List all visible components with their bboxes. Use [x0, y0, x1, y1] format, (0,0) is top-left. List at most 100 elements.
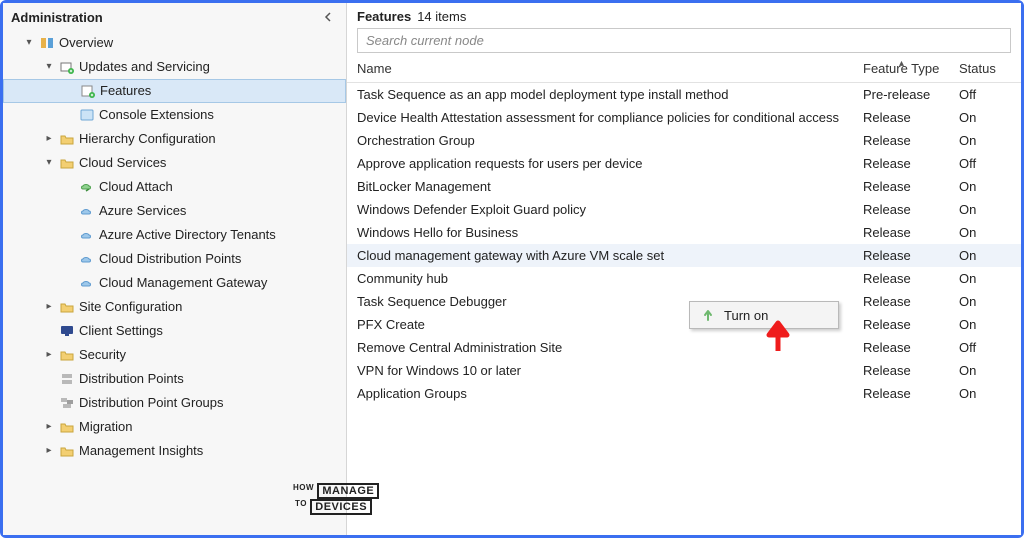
tree-label: Updates and Servicing — [79, 58, 210, 76]
folder-icon — [59, 299, 75, 315]
tree-label: Security — [79, 346, 126, 364]
overview-icon — [39, 35, 55, 51]
row-status: Off — [959, 156, 1011, 171]
tree-label: Client Settings — [79, 322, 163, 340]
sort-indicator-icon: ▴ — [899, 58, 904, 69]
feature-row[interactable]: Windows Defender Exploit Guard policyRel… — [347, 198, 1021, 221]
row-name: Device Health Attestation assessment for… — [357, 110, 863, 125]
server-group-icon — [59, 395, 75, 411]
search-input[interactable] — [366, 33, 1002, 48]
tree-client-settings[interactable]: Client Settings — [3, 319, 346, 343]
row-type: Release — [863, 363, 959, 378]
row-name: Application Groups — [357, 386, 863, 401]
main-count: 14 items — [417, 9, 466, 24]
column-headers: Name ▴ Feature Type Status — [347, 57, 1021, 83]
tree-label: Azure Services — [99, 202, 186, 220]
row-name: Windows Hello for Business — [357, 225, 863, 240]
expander-icon[interactable]: ▸ — [43, 421, 55, 433]
tree-label: Cloud Management Gateway — [99, 274, 267, 292]
expander-icon[interactable]: ▸ — [43, 133, 55, 145]
folder-icon — [59, 443, 75, 459]
cloud-attach-icon — [79, 179, 95, 195]
feature-row[interactable]: Orchestration GroupReleaseOn — [347, 129, 1021, 152]
tree-cloud-dist-points[interactable]: Cloud Distribution Points — [3, 247, 346, 271]
context-turn-on[interactable]: Turn on — [690, 302, 838, 328]
tree-azure-services[interactable]: Azure Services — [3, 199, 346, 223]
feature-row[interactable]: PFX CreateReleaseOn — [347, 313, 1021, 336]
context-menu: Turn on — [689, 301, 839, 329]
feature-row[interactable]: VPN for Windows 10 or laterReleaseOn — [347, 359, 1021, 382]
tree-site-config[interactable]: ▸ Site Configuration — [3, 295, 346, 319]
watermark: HOW MANAGE TO DEVICES — [293, 483, 379, 515]
tree-label: Features — [100, 82, 151, 100]
expander-icon[interactable]: ▸ — [43, 445, 55, 457]
tree-updates-servicing[interactable]: ▾ Updates and Servicing — [3, 55, 346, 79]
turn-on-icon — [700, 307, 716, 323]
expander-icon[interactable]: ▾ — [23, 37, 35, 49]
row-status: On — [959, 386, 1011, 401]
row-type: Release — [863, 317, 959, 332]
expander-icon[interactable]: ▸ — [43, 349, 55, 361]
tree-label: Management Insights — [79, 442, 203, 460]
tree-label: Distribution Point Groups — [79, 394, 224, 412]
feature-row[interactable]: Application GroupsReleaseOn — [347, 382, 1021, 405]
col-name[interactable]: Name — [357, 61, 863, 76]
row-type: Release — [863, 248, 959, 263]
tree-overview[interactable]: ▾ Overview — [3, 31, 346, 55]
tree-dist-points[interactable]: Distribution Points — [3, 367, 346, 391]
expander-icon[interactable]: ▾ — [43, 61, 55, 73]
cloud-icon — [79, 275, 95, 291]
tree-hierarchy-config[interactable]: ▸ Hierarchy Configuration — [3, 127, 346, 151]
col-status[interactable]: Status — [959, 61, 1011, 76]
row-type: Release — [863, 386, 959, 401]
feature-row[interactable]: Windows Hello for BusinessReleaseOn — [347, 221, 1021, 244]
row-type: Release — [863, 202, 959, 217]
updates-icon — [59, 59, 75, 75]
col-feature-type[interactable]: ▴ Feature Type — [863, 61, 959, 76]
row-name: VPN for Windows 10 or later — [357, 363, 863, 378]
server-icon — [59, 371, 75, 387]
row-name: Remove Central Administration Site — [357, 340, 863, 355]
feature-row[interactable]: Cloud management gateway with Azure VM s… — [347, 244, 1021, 267]
tree-label: Migration — [79, 418, 132, 436]
feature-row[interactable]: BitLocker ManagementReleaseOn — [347, 175, 1021, 198]
cloud-icon — [79, 203, 95, 219]
feature-row[interactable]: Task Sequence DebuggerReleaseOn — [347, 290, 1021, 313]
tree-label: Console Extensions — [99, 106, 214, 124]
tree-migration[interactable]: ▸ Migration — [3, 415, 346, 439]
tree-label: Cloud Services — [79, 154, 166, 172]
tree-label: Distribution Points — [79, 370, 184, 388]
search-box[interactable] — [357, 28, 1011, 53]
feature-row[interactable]: Device Health Attestation assessment for… — [347, 106, 1021, 129]
tree-dist-point-groups[interactable]: Distribution Point Groups — [3, 391, 346, 415]
tree-label: Hierarchy Configuration — [79, 130, 216, 148]
row-type: Release — [863, 133, 959, 148]
row-status: On — [959, 110, 1011, 125]
row-type: Pre-release — [863, 87, 959, 102]
expander-icon[interactable]: ▾ — [43, 157, 55, 169]
wm-manage: MANAGE — [317, 483, 379, 499]
feature-row[interactable]: Community hubReleaseOn — [347, 267, 1021, 290]
row-type: Release — [863, 225, 959, 240]
row-status: On — [959, 294, 1011, 309]
tree-cloud-services[interactable]: ▾ Cloud Services — [3, 151, 346, 175]
row-name: Windows Defender Exploit Guard policy — [357, 202, 863, 217]
tree-management-insights[interactable]: ▸ Management Insights — [3, 439, 346, 463]
collapse-left-icon[interactable] — [320, 9, 336, 25]
row-status: On — [959, 179, 1011, 194]
folder-icon — [59, 419, 75, 435]
row-name: Orchestration Group — [357, 133, 863, 148]
feature-row[interactable]: Task Sequence as an app model deployment… — [347, 83, 1021, 106]
expander-icon[interactable]: ▸ — [43, 301, 55, 313]
tree-features[interactable]: Features — [3, 79, 346, 103]
feature-row[interactable]: Remove Central Administration SiteReleas… — [347, 336, 1021, 359]
tree-cloud-attach[interactable]: Cloud Attach — [3, 175, 346, 199]
row-status: On — [959, 363, 1011, 378]
folder-icon — [59, 131, 75, 147]
sidebar-administration: Administration ▾ Overview ▾ Updates — [3, 3, 347, 535]
tree-cloud-mgmt-gateway[interactable]: Cloud Management Gateway — [3, 271, 346, 295]
tree-security[interactable]: ▸ Security — [3, 343, 346, 367]
tree-console-extensions[interactable]: Console Extensions — [3, 103, 346, 127]
tree-azure-ad-tenants[interactable]: Azure Active Directory Tenants — [3, 223, 346, 247]
feature-row[interactable]: Approve application requests for users p… — [347, 152, 1021, 175]
